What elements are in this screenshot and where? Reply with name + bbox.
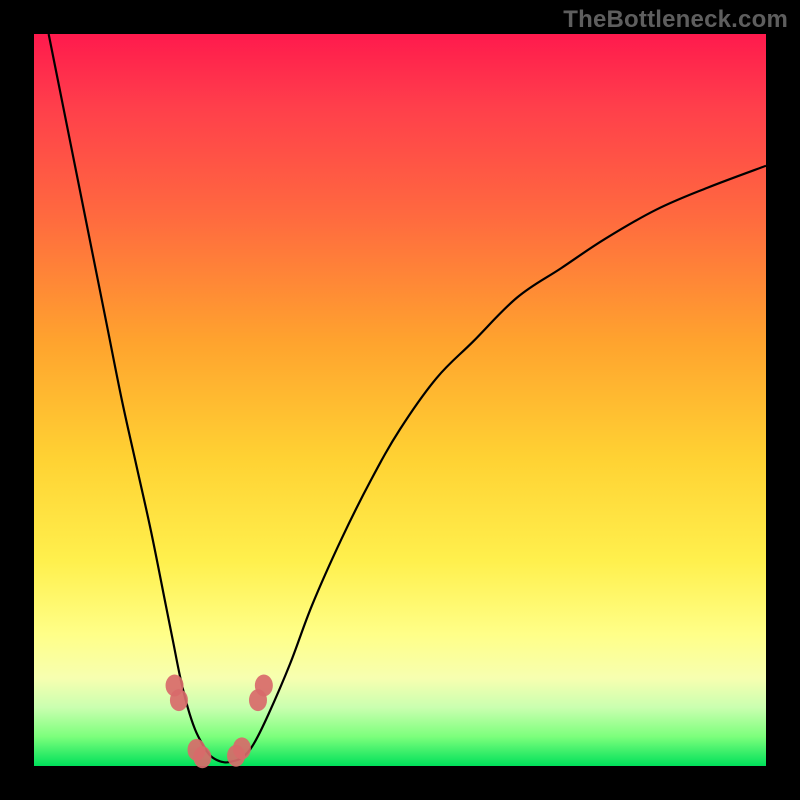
chart-svg	[34, 34, 766, 766]
chart-frame: TheBottleneck.com	[0, 0, 800, 800]
left-marker-cluster	[166, 674, 212, 768]
watermark-text: TheBottleneck.com	[563, 6, 788, 34]
curve-marker	[193, 746, 211, 768]
bottleneck-curve-path	[49, 34, 766, 762]
curve-marker	[255, 674, 273, 696]
bottleneck-curve	[49, 34, 766, 762]
curve-marker	[233, 737, 251, 759]
curve-marker	[170, 689, 188, 711]
